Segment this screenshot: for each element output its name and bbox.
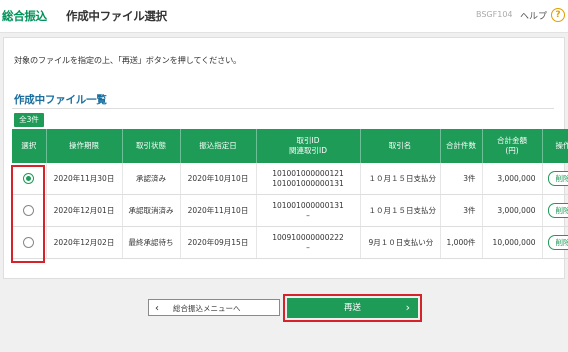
help-link[interactable]: ヘルプ (520, 9, 547, 22)
resend-button[interactable]: 再送 › (287, 298, 418, 318)
delete-button[interactable]: 削除 (548, 203, 568, 218)
header-action: 操作 (542, 129, 568, 163)
header-transfer-date: 振込指定日 (180, 129, 257, 163)
file-list-table-wrap: 選択 操作期限 取引状態 振込指定日 取引ID 関連取引ID 取引名 合計件数 … (12, 129, 568, 259)
header-deadline: 操作期限 (46, 129, 123, 163)
transaction-id: 101001000000131 (272, 200, 344, 210)
transaction-id: 100910000000222 (272, 232, 344, 242)
header-transaction-name: 取引名 (360, 129, 441, 163)
header-transaction-id: 取引ID 関連取引ID (256, 129, 361, 163)
action-cell: 削除 (542, 226, 568, 259)
transfer-date-cell: 2020年09月15日 (180, 226, 257, 259)
header-total-count: 合計件数 (440, 129, 483, 163)
transaction-id-cell: 101001000000121 101001000000131 (256, 163, 361, 195)
header-status: 取引状態 (122, 129, 181, 163)
select-column-highlight (11, 165, 45, 263)
chevron-right-icon: › (405, 301, 410, 314)
transaction-name-cell: 9月１０日支払い分 (360, 226, 441, 259)
count-badge: 全3件 (14, 113, 44, 127)
header-total-amount-text: 合計金額 (円) (497, 136, 527, 155)
back-to-menu-button[interactable]: ‹ 総合振込メニューへ (148, 299, 280, 316)
section-divider (12, 108, 554, 109)
related-transaction-id: – (306, 242, 310, 252)
status-cell: 承認済み (122, 163, 181, 195)
transfer-date-cell: 2020年10月10日 (180, 163, 257, 195)
total-count-cell: 3件 (440, 194, 483, 227)
total-count-cell: 3件 (440, 163, 483, 195)
action-cell: 削除 (542, 194, 568, 227)
delete-button[interactable]: 削除 (548, 171, 568, 186)
deadline-cell: 2020年12月01日 (46, 194, 123, 227)
instruction-text: 対象のファイルを指定の上、「再送」ボタンを押してください。 (14, 55, 242, 65)
section-title: 作成中ファイル一覧 (14, 94, 107, 106)
page-title: 作成中ファイル選択 (66, 9, 167, 23)
brand-label: 総合振込 (2, 9, 47, 23)
deadline-cell: 2020年11月30日 (46, 163, 123, 195)
screen-id: BSGF104 (476, 10, 513, 19)
total-amount-cell: 3,000,000 (482, 194, 543, 227)
resend-label: 再送 (343, 303, 361, 313)
transaction-name-cell: １０月１５日支払分 (360, 194, 441, 227)
related-transaction-id: – (306, 210, 310, 220)
related-transaction-id: 101001000000131 (272, 178, 344, 188)
status-cell: 承認取消済み (122, 194, 181, 227)
delete-button[interactable]: 削除 (548, 235, 568, 250)
table-row: 2020年12月02日 最終承認待ち 2020年09月15日 100910000… (12, 226, 568, 259)
table-header-row: 選択 操作期限 取引状態 振込指定日 取引ID 関連取引ID 取引名 合計件数 … (12, 129, 568, 163)
header-select: 選択 (12, 129, 47, 163)
table-row: 2020年12月01日 承認取消済み 2020年11月10日 101001000… (12, 194, 568, 227)
transfer-date-cell: 2020年11月10日 (180, 194, 257, 227)
transaction-id: 101001000000121 (272, 168, 344, 178)
status-cell: 最終承認待ち (122, 226, 181, 259)
total-amount-cell: 10,000,000 (482, 226, 543, 259)
table-row: 2020年11月30日 承認済み 2020年10月10日 10100100000… (12, 163, 568, 195)
help-icon[interactable]: ? (551, 8, 565, 22)
total-amount-cell: 3,000,000 (482, 163, 543, 195)
action-cell: 削除 (542, 163, 568, 195)
file-list-table: 選択 操作期限 取引状態 振込指定日 取引ID 関連取引ID 取引名 合計件数 … (12, 129, 568, 259)
back-to-menu-label: 総合振込メニューへ (173, 304, 241, 313)
header-total-amount: 合計金額 (円) (482, 129, 543, 163)
chevron-left-icon: ‹ (155, 303, 159, 314)
transaction-id-cell: 100910000000222 – (256, 226, 361, 259)
total-count-cell: 1,000件 (440, 226, 483, 259)
app-header: 総合振込 作成中ファイル選択 BSGF104 ヘルプ ? (0, 0, 568, 33)
deadline-cell: 2020年12月02日 (46, 226, 123, 259)
transaction-name-cell: １０月１５日支払分 (360, 163, 441, 195)
transaction-id-cell: 101001000000131 – (256, 194, 361, 227)
header-transaction-id-text: 取引ID 関連取引ID (289, 136, 327, 155)
